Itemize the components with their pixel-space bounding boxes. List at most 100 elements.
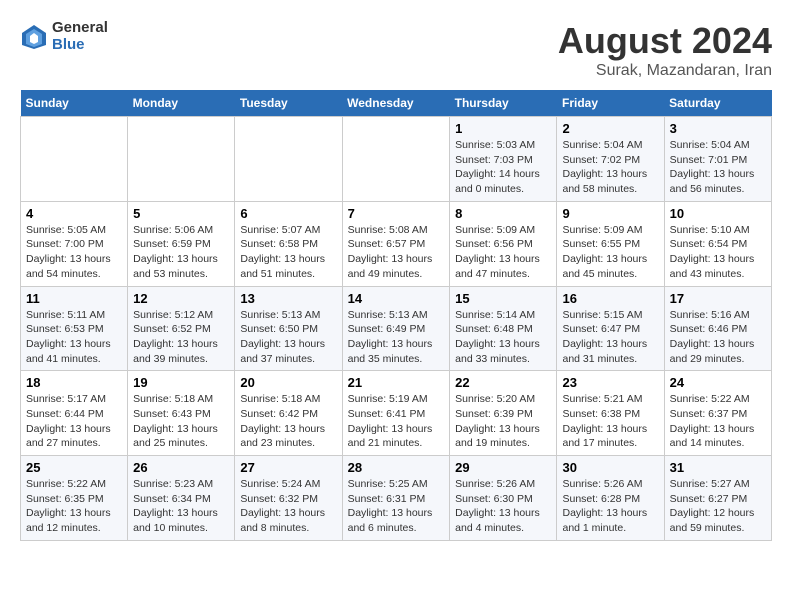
day-number: 27 [240,460,336,475]
logo-general: General [52,20,108,37]
calendar-cell: 10Sunrise: 5:10 AMSunset: 6:54 PMDayligh… [664,201,771,286]
day-number: 8 [455,206,551,221]
day-number: 13 [240,291,336,306]
calendar-cell: 6 Sunrise: 5:07 AMSunset: 6:58 PMDaylight… [235,201,342,286]
day-info: Sunrise: 5:11 AMSunset: 6:53 PMDaylight:… [26,308,122,367]
logo-text: General Blue [52,20,108,53]
day-info: Sunrise: 5:27 AMSunset: 6:27 PMDaylight:… [670,477,766,536]
calendar-cell: 31 Sunrise: 5:27 AMSunset: 6:27 PMDayligh… [664,456,771,541]
calendar-week-3: 11 Sunrise: 5:11 AMSunset: 6:53 PMDayligh… [21,286,772,371]
day-number: 2 [562,121,658,136]
calendar-cell: 7 Sunrise: 5:08 AMSunset: 6:57 PMDaylight… [342,201,450,286]
calendar-cell: 21 Sunrise: 5:19 AMSunset: 6:41 PMDayligh… [342,371,450,456]
day-number: 14 [348,291,445,306]
day-info: Sunrise: 5:13 AMSunset: 6:50 PMDaylight:… [240,308,336,367]
calendar-cell: 15Sunrise: 5:14 AMSunset: 6:48 PMDayligh… [450,286,557,371]
calendar-cell [235,117,342,202]
calendar-cell: 18 Sunrise: 5:17 AMSunset: 6:44 PMDayligh… [21,371,128,456]
day-info: Sunrise: 5:19 AMSunset: 6:41 PMDaylight:… [348,392,445,451]
day-info: Sunrise: 5:09 AMSunset: 6:55 PMDaylight:… [562,223,658,282]
calendar-cell: 22 Sunrise: 5:20 AMSunset: 6:39 PMDayligh… [450,371,557,456]
day-info: Sunrise: 5:03 AMSunset: 7:03 PMDaylight:… [455,138,551,197]
logo-blue: Blue [52,37,108,54]
col-header-thursday: Thursday [450,90,557,117]
calendar-cell: 9 Sunrise: 5:09 AMSunset: 6:55 PMDaylight… [557,201,664,286]
page-title: August 2024 [558,20,772,62]
calendar-cell: 16 Sunrise: 5:15 AMSunset: 6:47 PMDayligh… [557,286,664,371]
day-number: 20 [240,375,336,390]
day-number: 6 [240,206,336,221]
day-number: 25 [26,460,122,475]
day-info: Sunrise: 5:17 AMSunset: 6:44 PMDaylight:… [26,392,122,451]
calendar-cell: 12Sunrise: 5:12 AMSunset: 6:52 PMDayligh… [128,286,235,371]
calendar-cell: 19Sunrise: 5:18 AMSunset: 6:43 PMDayligh… [128,371,235,456]
page-subtitle: Surak, Mazandaran, Iran [558,62,772,80]
col-header-monday: Monday [128,90,235,117]
calendar-cell: 28 Sunrise: 5:25 AMSunset: 6:31 PMDayligh… [342,456,450,541]
day-info: Sunrise: 5:06 AMSunset: 6:59 PMDaylight:… [133,223,229,282]
day-number: 4 [26,206,122,221]
day-info: Sunrise: 5:26 AMSunset: 6:30 PMDaylight:… [455,477,551,536]
col-header-friday: Friday [557,90,664,117]
calendar-cell: 2 Sunrise: 5:04 AMSunset: 7:02 PMDaylight… [557,117,664,202]
col-header-wednesday: Wednesday [342,90,450,117]
day-number: 1 [455,121,551,136]
calendar-table: SundayMondayTuesdayWednesdayThursdayFrid… [20,90,772,541]
day-number: 31 [670,460,766,475]
calendar-week-1: 1 Sunrise: 5:03 AMSunset: 7:03 PMDaylight… [21,117,772,202]
logo: General Blue [20,20,108,53]
day-number: 30 [562,460,658,475]
day-number: 17 [670,291,766,306]
day-info: Sunrise: 5:25 AMSunset: 6:31 PMDaylight:… [348,477,445,536]
day-info: Sunrise: 5:18 AMSunset: 6:43 PMDaylight:… [133,392,229,451]
logo-icon [20,23,48,51]
day-number: 15 [455,291,551,306]
calendar-cell: 4 Sunrise: 5:05 AMSunset: 7:00 PMDaylight… [21,201,128,286]
calendar-week-2: 4 Sunrise: 5:05 AMSunset: 7:00 PMDaylight… [21,201,772,286]
day-number: 26 [133,460,229,475]
day-number: 18 [26,375,122,390]
day-info: Sunrise: 5:09 AMSunset: 6:56 PMDaylight:… [455,223,551,282]
day-number: 28 [348,460,445,475]
calendar-cell: 23Sunrise: 5:21 AMSunset: 6:38 PMDayligh… [557,371,664,456]
day-info: Sunrise: 5:07 AMSunset: 6:58 PMDaylight:… [240,223,336,282]
day-number: 3 [670,121,766,136]
day-info: Sunrise: 5:05 AMSunset: 7:00 PMDaylight:… [26,223,122,282]
day-info: Sunrise: 5:22 AMSunset: 6:35 PMDaylight:… [26,477,122,536]
calendar-cell: 8 Sunrise: 5:09 AMSunset: 6:56 PMDaylight… [450,201,557,286]
calendar-cell: 25 Sunrise: 5:22 AMSunset: 6:35 PMDayligh… [21,456,128,541]
day-number: 29 [455,460,551,475]
day-info: Sunrise: 5:21 AMSunset: 6:38 PMDaylight:… [562,392,658,451]
day-number: 24 [670,375,766,390]
calendar-cell [21,117,128,202]
calendar-cell: 3 Sunrise: 5:04 AMSunset: 7:01 PMDaylight… [664,117,771,202]
day-number: 7 [348,206,445,221]
calendar-cell: 29 Sunrise: 5:26 AMSunset: 6:30 PMDayligh… [450,456,557,541]
col-header-saturday: Saturday [664,90,771,117]
day-number: 5 [133,206,229,221]
day-info: Sunrise: 5:20 AMSunset: 6:39 PMDaylight:… [455,392,551,451]
day-info: Sunrise: 5:04 AMSunset: 7:01 PMDaylight:… [670,138,766,197]
day-number: 22 [455,375,551,390]
day-number: 11 [26,291,122,306]
calendar-cell: 14 Sunrise: 5:13 AMSunset: 6:49 PMDayligh… [342,286,450,371]
calendar-cell: 13 Sunrise: 5:13 AMSunset: 6:50 PMDayligh… [235,286,342,371]
day-info: Sunrise: 5:15 AMSunset: 6:47 PMDaylight:… [562,308,658,367]
calendar-cell [128,117,235,202]
calendar-cell: 20Sunrise: 5:18 AMSunset: 6:42 PMDayligh… [235,371,342,456]
col-header-tuesday: Tuesday [235,90,342,117]
day-info: Sunrise: 5:26 AMSunset: 6:28 PMDaylight:… [562,477,658,536]
day-number: 21 [348,375,445,390]
day-info: Sunrise: 5:13 AMSunset: 6:49 PMDaylight:… [348,308,445,367]
calendar-cell: 24Sunrise: 5:22 AMSunset: 6:37 PMDayligh… [664,371,771,456]
day-info: Sunrise: 5:04 AMSunset: 7:02 PMDaylight:… [562,138,658,197]
day-number: 9 [562,206,658,221]
calendar-cell [342,117,450,202]
day-info: Sunrise: 5:12 AMSunset: 6:52 PMDaylight:… [133,308,229,367]
day-info: Sunrise: 5:08 AMSunset: 6:57 PMDaylight:… [348,223,445,282]
calendar-cell: 1 Sunrise: 5:03 AMSunset: 7:03 PMDaylight… [450,117,557,202]
calendar-cell: 30 Sunrise: 5:26 AMSunset: 6:28 PMDayligh… [557,456,664,541]
calendar-cell: 27Sunrise: 5:24 AMSunset: 6:32 PMDayligh… [235,456,342,541]
day-number: 16 [562,291,658,306]
calendar-week-5: 25 Sunrise: 5:22 AMSunset: 6:35 PMDayligh… [21,456,772,541]
